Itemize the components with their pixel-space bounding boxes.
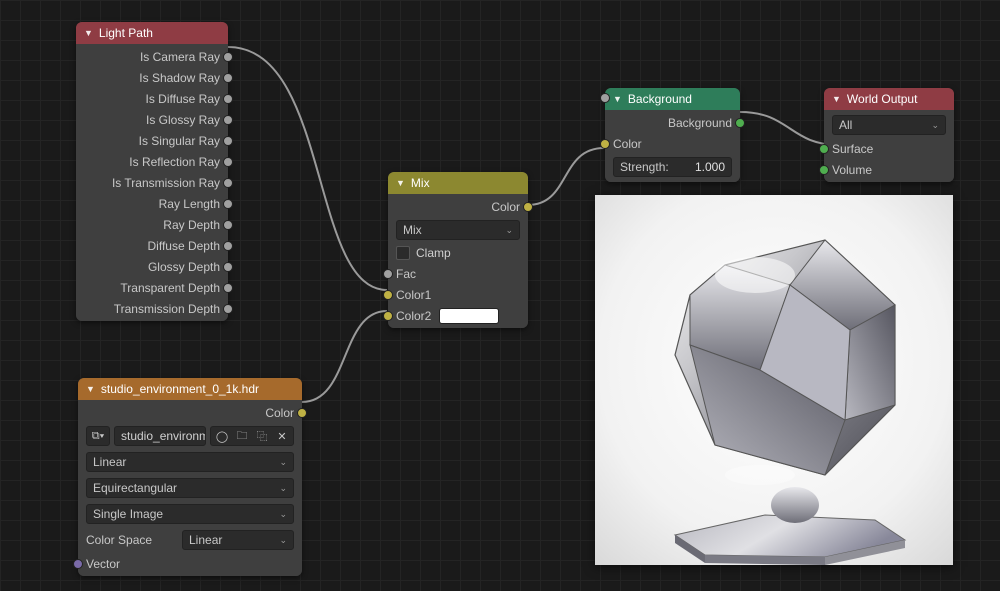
node-title: studio_environment_0_1k.hdr <box>101 382 259 396</box>
strength-value: 1.000 <box>695 160 725 174</box>
collapse-icon[interactable]: ▼ <box>613 94 622 104</box>
output-is-reflection-ray[interactable]: Is Reflection Ray <box>76 151 228 172</box>
target-select[interactable]: All⌄ <box>832 115 946 135</box>
output-diffuse-depth[interactable]: Diffuse Depth <box>76 235 228 256</box>
node-title: Light Path <box>99 26 153 40</box>
input-surface[interactable]: Surface <box>824 138 954 159</box>
output-color[interactable]: Color <box>78 402 302 423</box>
chevron-down-icon: ⌄ <box>279 457 287 468</box>
source-select[interactable]: Single Image⌄ <box>86 504 294 524</box>
node-environment-texture[interactable]: ▼ studio_environment_0_1k.hdr Color ⧉▾ s… <box>78 378 302 576</box>
color-space-label: Color Space <box>86 533 176 547</box>
color-space-select[interactable]: Linear⌄ <box>182 530 294 550</box>
collapse-icon[interactable]: ▼ <box>396 178 405 188</box>
output-transmission-depth[interactable]: Transmission Depth <box>76 298 228 319</box>
output-ray-depth[interactable]: Ray Depth <box>76 214 228 235</box>
fake-user-icon[interactable]: ◯ <box>213 428 231 444</box>
clamp-checkbox[interactable] <box>396 246 410 260</box>
projection-select[interactable]: Equirectangular⌄ <box>86 478 294 498</box>
node-mix[interactable]: ▼ Mix Color Mix⌄ Clamp Fac Color1 Color2 <box>388 172 528 328</box>
node-light-path[interactable]: ▼ Light Path Is Camera Ray Is Shadow Ray… <box>76 22 228 321</box>
chevron-down-icon: ⌄ <box>279 509 287 520</box>
blend-mode-select[interactable]: Mix⌄ <box>396 220 520 240</box>
chevron-down-icon: ⌄ <box>279 483 287 494</box>
node-world-output[interactable]: ▼ World Output All⌄ Surface Volume <box>824 88 954 182</box>
output-color[interactable]: Color <box>388 196 528 217</box>
output-is-shadow-ray[interactable]: Is Shadow Ray <box>76 67 228 88</box>
node-title: Mix <box>411 176 430 190</box>
collapse-icon[interactable]: ▼ <box>84 28 93 38</box>
node-header-light-path[interactable]: ▼ Light Path <box>76 22 228 44</box>
node-header-world-output[interactable]: ▼ World Output <box>824 88 954 110</box>
output-is-camera-ray[interactable]: Is Camera Ray <box>76 46 228 67</box>
image-name-field[interactable]: studio_environment.. <box>114 426 206 446</box>
image-data-icon: ⧉▾ <box>89 428 107 444</box>
unlink-icon[interactable]: ✕ <box>273 428 291 444</box>
chevron-down-icon: ⌄ <box>931 120 939 131</box>
output-glossy-depth[interactable]: Glossy Depth <box>76 256 228 277</box>
collapse-icon[interactable]: ▼ <box>86 384 95 394</box>
node-background[interactable]: ▼ Background Background Color Strength: … <box>605 88 740 182</box>
color2-swatch[interactable] <box>439 308 499 324</box>
open-file-icon[interactable]: 🗀 <box>233 428 251 444</box>
input-color[interactable]: Color <box>605 133 740 154</box>
output-ray-length[interactable]: Ray Length <box>76 193 228 214</box>
input-vector[interactable]: Vector <box>78 553 302 574</box>
node-header-background[interactable]: ▼ Background <box>605 88 740 110</box>
collapse-icon[interactable]: ▼ <box>832 94 841 104</box>
node-title: Background <box>628 92 692 106</box>
strength-field[interactable]: Strength: 1.000 <box>613 157 732 177</box>
node-title: World Output <box>847 92 917 106</box>
render-preview <box>595 195 953 565</box>
duplicate-icon[interactable]: ⿻ <box>253 428 271 444</box>
interpolation-select[interactable]: Linear⌄ <box>86 452 294 472</box>
clamp-checkbox-row[interactable]: Clamp <box>388 243 528 263</box>
image-datablock-menu[interactable]: ⧉▾ <box>86 426 110 446</box>
input-fac[interactable]: Fac <box>388 263 528 284</box>
node-header-mix[interactable]: ▼ Mix <box>388 172 528 194</box>
clamp-label: Clamp <box>416 246 451 260</box>
node-header-env-texture[interactable]: ▼ studio_environment_0_1k.hdr <box>78 378 302 400</box>
output-is-diffuse-ray[interactable]: Is Diffuse Ray <box>76 88 228 109</box>
input-color1[interactable]: Color1 <box>388 284 528 305</box>
input-color2[interactable]: Color2 <box>388 305 528 326</box>
chevron-down-icon: ⌄ <box>279 535 287 546</box>
chevron-down-icon: ⌄ <box>505 225 513 236</box>
strength-label: Strength: <box>620 160 669 174</box>
input-volume[interactable]: Volume <box>824 159 954 180</box>
output-is-transmission-ray[interactable]: Is Transmission Ray <box>76 172 228 193</box>
output-background[interactable]: Background <box>605 112 740 133</box>
image-file-actions: ◯ 🗀 ⿻ ✕ <box>210 426 294 446</box>
output-is-glossy-ray[interactable]: Is Glossy Ray <box>76 109 228 130</box>
output-is-singular-ray[interactable]: Is Singular Ray <box>76 130 228 151</box>
output-transparent-depth[interactable]: Transparent Depth <box>76 277 228 298</box>
